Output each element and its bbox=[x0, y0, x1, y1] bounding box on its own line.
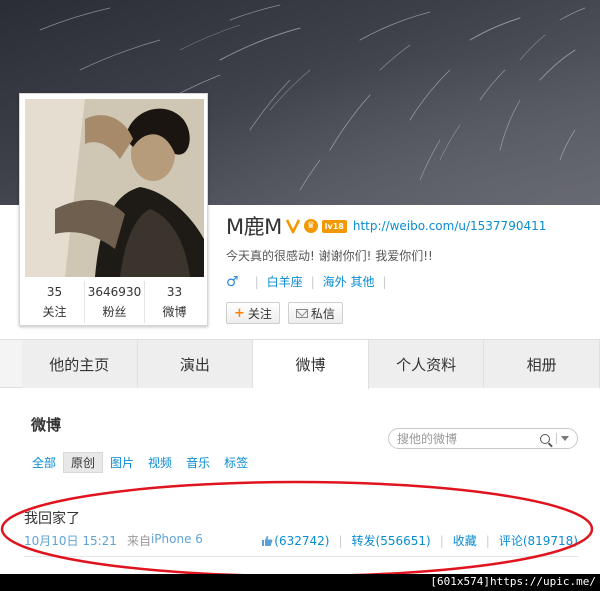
avatar-card: 35 关注 3646930 粉丝 33 微博 bbox=[19, 93, 208, 326]
weibo-search-input[interactable]: 搜他的微博 bbox=[388, 428, 578, 449]
stat-posts[interactable]: 33 微博 bbox=[145, 281, 204, 323]
stat-value: 3646930 bbox=[87, 284, 142, 299]
divider: | bbox=[382, 274, 387, 289]
chevron-down-icon[interactable] bbox=[561, 436, 569, 441]
filter-all[interactable]: 全部 bbox=[30, 452, 63, 473]
divider bbox=[24, 556, 578, 557]
repost-button[interactable]: 转发(556651) bbox=[352, 532, 431, 549]
search-icon[interactable] bbox=[540, 433, 550, 444]
stat-following[interactable]: 35 关注 bbox=[25, 281, 85, 323]
divider: | bbox=[338, 533, 343, 548]
post-actions: (632742) | 转发(556651) | 收藏 | 评论(819718) bbox=[261, 532, 578, 549]
level-badge[interactable]: lv18 bbox=[321, 219, 347, 233]
location-link[interactable]: 海外 其他 bbox=[323, 273, 375, 290]
member-crown-icon[interactable]: ♛ bbox=[303, 219, 318, 233]
envelope-icon bbox=[295, 308, 308, 318]
post-meta: 10月10日 15:21 来自 iPhone 6 bbox=[24, 532, 203, 549]
divider: | bbox=[254, 274, 259, 289]
profile-meta: ♂ | 白羊座 | 海外 其他 | bbox=[226, 273, 395, 290]
profile-url-link[interactable]: http://weibo.com/u/1537790411 bbox=[353, 219, 547, 233]
divider: | bbox=[485, 533, 490, 548]
profile-stats: 35 关注 3646930 粉丝 33 微博 bbox=[25, 281, 204, 323]
avatar-photo bbox=[25, 99, 204, 277]
favorite-button[interactable]: 收藏 bbox=[453, 532, 477, 549]
filter-original[interactable]: 原创 bbox=[63, 452, 104, 473]
divider: | bbox=[310, 274, 315, 289]
post-source-prefix: 来自 bbox=[126, 534, 151, 548]
verified-v-icon[interactable] bbox=[285, 218, 300, 234]
stat-followers[interactable]: 3646930 粉丝 bbox=[85, 281, 145, 323]
divider bbox=[556, 433, 557, 444]
image-host-watermark: [601x574]https://upic.me/ bbox=[430, 575, 596, 588]
search-placeholder: 搜他的微博 bbox=[397, 432, 458, 446]
post-text: 我回家了 bbox=[24, 511, 80, 527]
zodiac-link[interactable]: 白羊座 bbox=[267, 273, 303, 290]
tab-home[interactable]: 他的主页 bbox=[22, 340, 138, 388]
post-source-link[interactable]: iPhone 6 bbox=[151, 532, 203, 549]
post-timestamp[interactable]: 10月10日 15:21 bbox=[24, 532, 117, 549]
avatar[interactable] bbox=[25, 99, 204, 277]
profile-bio: 今天真的很感动! 谢谢你们! 我爱你们!! bbox=[226, 249, 433, 263]
thumbs-up-icon bbox=[262, 535, 273, 546]
like-count: (632742) bbox=[274, 533, 330, 548]
feed-filters: 全部 原创 图片 视频 音乐 标签 bbox=[30, 452, 255, 473]
stat-value: 33 bbox=[166, 284, 183, 299]
weibo-profile-page: 35 关注 3646930 粉丝 33 微博 M鹿M ♛ lv18 http:/… bbox=[0, 0, 600, 574]
filter-tags[interactable]: 标签 bbox=[217, 452, 255, 473]
message-label: 私信 bbox=[310, 306, 335, 321]
stat-value: 35 bbox=[46, 284, 63, 299]
profile-name: M鹿M bbox=[226, 215, 282, 239]
stat-label: 微博 bbox=[162, 304, 187, 319]
profile-tabs: 他的主页 演出 微博 个人资料 相册 bbox=[0, 339, 600, 389]
comment-button[interactable]: 评论(819718) bbox=[499, 532, 578, 549]
feed-title: 微博 bbox=[31, 416, 62, 434]
divider: | bbox=[439, 533, 444, 548]
message-button[interactable]: 私信 bbox=[287, 302, 343, 324]
filter-images[interactable]: 图片 bbox=[103, 452, 141, 473]
follow-button[interactable]: + 关注 bbox=[226, 302, 280, 324]
like-button[interactable]: (632742) bbox=[261, 534, 329, 548]
tab-profile-info[interactable]: 个人资料 bbox=[368, 340, 485, 388]
stat-label: 粉丝 bbox=[102, 304, 127, 319]
stat-label: 关注 bbox=[42, 304, 67, 319]
tab-shows[interactable]: 演出 bbox=[137, 340, 254, 388]
tab-album[interactable]: 相册 bbox=[484, 340, 600, 388]
profile-actions: + 关注 私信 bbox=[226, 302, 343, 324]
profile-name-row: M鹿M ♛ lv18 http://weibo.com/u/1537790411 bbox=[226, 212, 546, 240]
plus-icon: + bbox=[234, 305, 245, 321]
follow-label: 关注 bbox=[247, 306, 272, 321]
male-gender-icon: ♂ bbox=[226, 273, 239, 290]
tab-weibo[interactable]: 微博 bbox=[253, 340, 369, 389]
filter-videos[interactable]: 视频 bbox=[141, 452, 179, 473]
filter-music[interactable]: 音乐 bbox=[179, 452, 217, 473]
